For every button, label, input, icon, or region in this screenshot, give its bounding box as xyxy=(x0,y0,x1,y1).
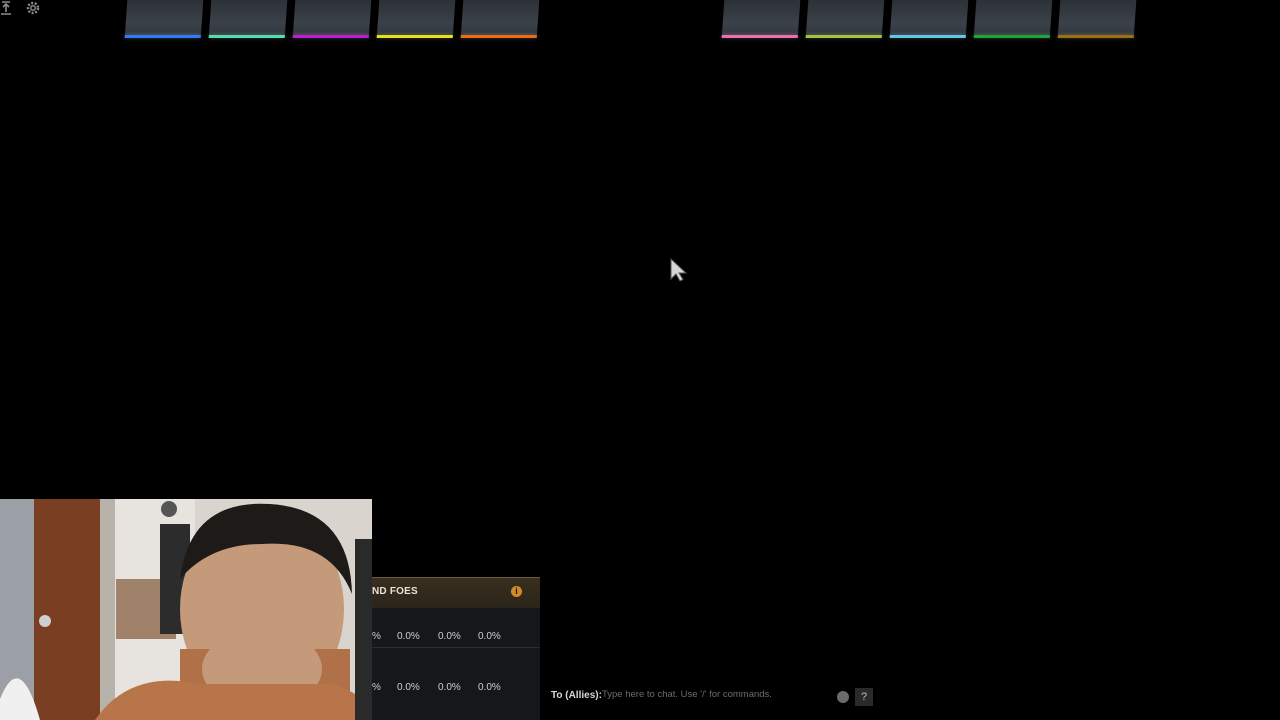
player-color-bar xyxy=(208,35,285,38)
stat-cell: % xyxy=(372,682,381,693)
player-color-bar xyxy=(292,35,369,38)
emoji-icon[interactable] xyxy=(837,691,849,703)
panel-header: ND FOES i xyxy=(372,577,540,608)
radiant-hero-slot[interactable] xyxy=(460,0,540,38)
player-color-bar xyxy=(376,35,453,38)
player-color-bar xyxy=(124,35,201,38)
dire-hero-slot[interactable] xyxy=(889,0,969,38)
dire-hero-bar xyxy=(721,0,1137,40)
top-left-toolbar xyxy=(0,0,48,18)
player-color-bar xyxy=(1057,35,1134,38)
allies-and-foes-panel: ND FOES i % 0.0% 0.0% 0.0% % 0.0% 0.0% 0… xyxy=(372,577,540,720)
player-color-bar xyxy=(721,35,798,38)
dire-hero-slot[interactable] xyxy=(1057,0,1137,38)
stat-cell: % xyxy=(372,631,381,642)
stat-cell: 0.0% xyxy=(397,682,420,693)
info-icon[interactable]: i xyxy=(511,586,522,597)
player-color-bar xyxy=(973,35,1050,38)
dire-hero-slot[interactable] xyxy=(973,0,1053,38)
player-color-bar xyxy=(889,35,966,38)
dire-hero-slot[interactable] xyxy=(805,0,885,38)
dire-hero-slot[interactable] xyxy=(721,0,801,38)
stat-cell: 0.0% xyxy=(438,631,461,642)
chat-channel-label[interactable]: To (Allies): xyxy=(551,690,602,701)
row-divider xyxy=(372,647,540,648)
radiant-hero-slot[interactable] xyxy=(376,0,456,38)
radiant-hero-slot[interactable] xyxy=(292,0,372,38)
gear-icon[interactable] xyxy=(24,0,42,16)
webcam-image xyxy=(0,499,372,720)
chat-input[interactable] xyxy=(602,689,822,700)
mouse-cursor-icon xyxy=(670,258,688,282)
panel-title: ND FOES xyxy=(372,586,418,597)
help-button[interactable]: ? xyxy=(855,688,873,706)
player-color-bar xyxy=(460,35,537,38)
stat-cell: 0.0% xyxy=(397,631,420,642)
player-color-bar xyxy=(805,35,882,38)
stat-cell: 0.0% xyxy=(478,631,501,642)
chat-bar: To (Allies): xyxy=(551,689,822,704)
upload-icon[interactable] xyxy=(0,0,12,16)
stat-cell: 0.0% xyxy=(478,682,501,693)
stat-cell: 0.0% xyxy=(438,682,461,693)
radiant-hero-bar xyxy=(124,0,540,40)
radiant-hero-slot[interactable] xyxy=(124,0,204,38)
webcam-overlay xyxy=(0,499,372,720)
radiant-hero-slot[interactable] xyxy=(208,0,288,38)
